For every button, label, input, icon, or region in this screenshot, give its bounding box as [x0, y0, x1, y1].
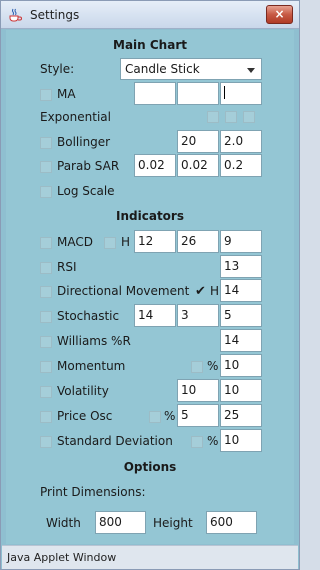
macd-label: MACD — [57, 235, 93, 249]
directional-movement-label: Directional Movement — [57, 284, 190, 298]
settings-panel: Main Chart Style: Candle Stick MA Expone… — [6, 30, 294, 544]
bollinger-checkbox[interactable] — [40, 137, 52, 149]
macd-fast-field[interactable]: 12 — [134, 230, 176, 253]
parab-sar-label: Parab SAR — [57, 159, 120, 173]
chevron-down-icon — [247, 68, 255, 73]
stochastic-k-field[interactable]: 14 — [134, 304, 176, 327]
rsi-label: RSI — [57, 260, 77, 274]
java-cup-icon — [9, 8, 22, 22]
style-select[interactable]: Candle Stick — [120, 58, 262, 80]
volatility-checkbox[interactable] — [40, 386, 52, 398]
title-bar: Settings × — [1, 1, 299, 29]
momentum-label: Momentum — [57, 359, 126, 373]
bollinger-label: Bollinger — [57, 135, 111, 149]
parab-sar-field-3[interactable]: 0.2 — [220, 154, 262, 177]
stochastic-checkbox[interactable] — [40, 311, 52, 323]
williams-field[interactable]: 14 — [220, 329, 262, 352]
directional-movement-checkbox[interactable] — [40, 286, 52, 298]
height-label: Height — [153, 516, 193, 530]
std-dev-label: Standard Deviation — [57, 434, 173, 448]
style-select-value: Candle Stick — [125, 62, 200, 76]
macd-h-label: H — [121, 235, 131, 249]
momentum-percent-checkbox[interactable] — [191, 361, 203, 373]
text-caret — [224, 86, 225, 99]
ma-checkbox[interactable] — [40, 89, 52, 101]
volatility-field-2[interactable]: 10 — [220, 379, 262, 402]
price-osc-long-field[interactable]: 25 — [220, 404, 262, 427]
williams-checkbox[interactable] — [40, 336, 52, 348]
stochastic-label: Stochastic — [57, 309, 120, 323]
price-osc-checkbox[interactable] — [40, 411, 52, 423]
status-text: Java Applet Window — [7, 551, 117, 564]
parab-sar-checkbox[interactable] — [40, 161, 52, 173]
momentum-percent-label: % — [207, 359, 219, 373]
ma-field-2[interactable] — [177, 82, 219, 105]
std-dev-field[interactable]: 10 — [220, 429, 262, 452]
check-icon: ✔ — [195, 284, 206, 299]
exponential-label: Exponential — [40, 110, 111, 124]
volatility-label: Volatility — [57, 384, 109, 398]
price-osc-percent-label: % — [164, 409, 176, 423]
close-icon: × — [274, 7, 285, 21]
macd-checkbox[interactable] — [40, 237, 52, 249]
volatility-field-1[interactable]: 10 — [177, 379, 219, 402]
exponential-checkbox-1[interactable] — [207, 111, 219, 123]
parab-sar-field-2[interactable]: 0.02 — [177, 154, 219, 177]
directional-movement-field[interactable]: 14 — [220, 279, 262, 302]
log-scale-checkbox[interactable] — [40, 186, 52, 198]
macd-slow-field[interactable]: 26 — [177, 230, 219, 253]
stochastic-d-field[interactable]: 5 — [220, 304, 262, 327]
momentum-field[interactable]: 10 — [220, 354, 262, 377]
rsi-field[interactable]: 13 — [220, 255, 262, 278]
status-bar: Java Applet Window — [2, 545, 298, 569]
price-osc-percent-checkbox[interactable] — [149, 411, 161, 423]
directional-movement-h-label: H — [210, 284, 220, 298]
williams-label: Williams %R — [57, 334, 131, 348]
indicators-header: Indicators — [116, 209, 184, 223]
parab-sar-field-1[interactable]: 0.02 — [134, 154, 176, 177]
momentum-checkbox[interactable] — [40, 361, 52, 373]
std-dev-percent-label: % — [207, 434, 219, 448]
options-header: Options — [123, 460, 177, 474]
print-dimensions-label: Print Dimensions: — [40, 485, 146, 499]
window-title: Settings — [30, 8, 80, 22]
ma-field-3[interactable] — [220, 82, 262, 105]
close-button[interactable]: × — [266, 5, 293, 24]
ma-label: MA — [57, 87, 76, 101]
macd-signal-field[interactable]: 9 — [220, 230, 262, 253]
height-field[interactable]: 600 — [206, 511, 257, 534]
log-scale-label: Log Scale — [57, 184, 115, 198]
exponential-checkbox-3[interactable] — [243, 111, 255, 123]
directional-movement-h-checkbox[interactable]: ✔ — [195, 284, 207, 299]
width-field[interactable]: 800 — [95, 511, 146, 534]
exponential-checkbox-2[interactable] — [225, 111, 237, 123]
price-osc-label: Price Osc — [57, 409, 113, 423]
macd-h-checkbox[interactable] — [104, 237, 116, 249]
price-osc-short-field[interactable]: 5 — [177, 404, 219, 427]
ma-field-1[interactable] — [134, 82, 176, 105]
std-dev-percent-checkbox[interactable] — [191, 436, 203, 448]
rsi-checkbox[interactable] — [40, 262, 52, 274]
stochastic-slow-field[interactable]: 3 — [177, 304, 219, 327]
bollinger-period-field[interactable]: 20 — [177, 130, 219, 153]
style-label: Style: — [40, 62, 75, 76]
main-chart-header: Main Chart — [113, 38, 187, 52]
std-dev-checkbox[interactable] — [40, 436, 52, 448]
width-label: Width — [46, 516, 81, 530]
bollinger-deviation-field[interactable]: 2.0 — [220, 130, 262, 153]
settings-window: Settings × Main Chart Style: Candle Stic… — [0, 0, 300, 570]
